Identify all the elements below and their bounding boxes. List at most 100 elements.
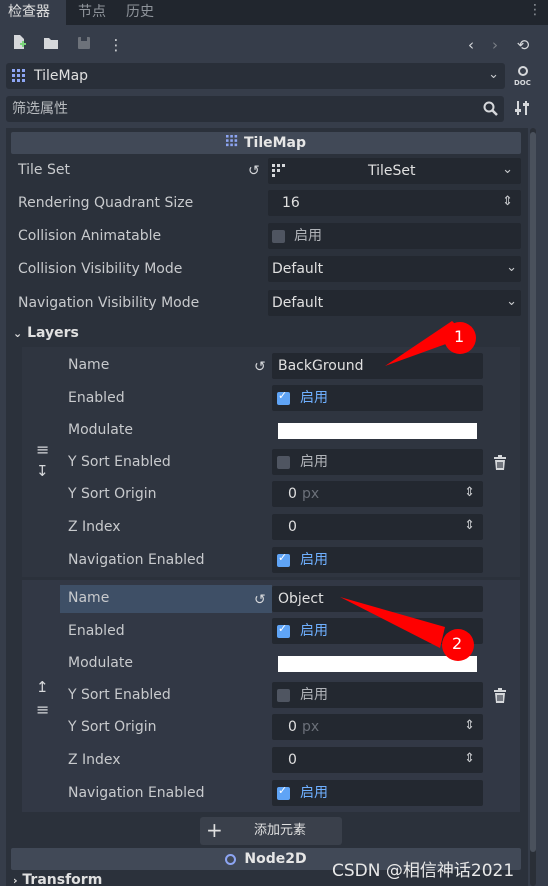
chevron-down-icon: ⌄	[506, 260, 517, 275]
layer-name-value: BackGround	[278, 358, 364, 374]
prop-label-rendering-quadrant-size: Rendering Quadrant Size	[18, 195, 194, 211]
prop-label-collision-visibility-mode: Collision Visibility Mode	[18, 261, 183, 277]
chevron-right-icon: ›	[13, 874, 18, 886]
tile-set-value: TileSet	[368, 163, 416, 179]
property-settings-icon[interactable]	[514, 100, 530, 120]
rendering-quadrant-size-value: 16	[282, 195, 300, 211]
layers-title: Layers	[27, 325, 79, 341]
transform-group-header[interactable]: › Transform	[13, 872, 102, 886]
layer-label-name: Name	[68, 357, 110, 373]
revert-icon[interactable]: ↺	[248, 163, 260, 179]
updown-icon[interactable]: ⇕	[502, 194, 513, 209]
filter-properties-field[interactable]: 筛选属性	[6, 96, 504, 122]
updown-icon[interactable]: ⇕	[464, 751, 475, 766]
dock-menu-icon[interactable]: ⋮	[528, 2, 542, 18]
node2d-title: Node2D	[244, 851, 307, 867]
layer-name-field[interactable]: BackGround	[272, 353, 483, 379]
add-element-button[interactable]: + 添加元素	[200, 817, 342, 845]
layer-name-field[interactable]: Object	[272, 586, 483, 612]
navigation-enabled-checkbox[interactable]	[277, 784, 290, 800]
navigation-enabled-text: 启用	[300, 552, 328, 568]
y-sort-origin-unit: px	[302, 719, 320, 735]
layer-enabled-toggle[interactable]: 启用	[272, 385, 483, 411]
section-header-tilemap[interactable]: TileMap	[11, 132, 521, 154]
layer-name-value: Object	[278, 591, 324, 607]
revert-icon[interactable]: ↺	[254, 592, 266, 608]
y-sort-origin-unit: px	[302, 486, 320, 502]
y-sort-origin-spinbox[interactable]: 0 px ⇕	[272, 714, 483, 740]
z-index-value: 0	[288, 519, 297, 535]
plus-icon: +	[206, 818, 223, 842]
tileset-icon	[272, 164, 286, 182]
move-down-icon[interactable]: ↧	[36, 462, 49, 480]
scrollbar-thumb[interactable]	[530, 132, 536, 852]
y-sort-origin-value: 0	[288, 719, 297, 735]
updown-icon[interactable]: ⇕	[464, 485, 475, 500]
tab-inspector[interactable]: 检查器	[0, 0, 66, 25]
prop-label-collision-animatable: Collision Animatable	[18, 228, 162, 244]
tab-node[interactable]: 节点	[70, 0, 114, 25]
y-sort-enabled-toggle[interactable]: 启用	[272, 682, 483, 708]
history-back-icon[interactable]: ‹	[460, 34, 482, 56]
chevron-down-icon: ⌄	[502, 162, 513, 177]
layer-enabled-checkbox[interactable]	[277, 622, 290, 638]
recent-history-icon[interactable]: ⟲	[512, 34, 534, 56]
layer-label-navigation-enabled: Navigation Enabled	[68, 552, 205, 568]
updown-icon[interactable]: ⇕	[464, 518, 475, 533]
save-icon[interactable]	[73, 34, 95, 56]
tilemap-icon	[12, 69, 26, 87]
more-options-icon[interactable]: ⋮	[105, 34, 127, 56]
tile-set-resource-picker[interactable]: TileSet ⌄	[268, 158, 521, 184]
tab-history[interactable]: 历史	[118, 0, 162, 25]
navigation-visibility-mode-value: Default	[272, 295, 324, 311]
rendering-quadrant-size-spinbox[interactable]: 16 ⇕	[268, 190, 521, 216]
modulate-color-swatch[interactable]	[278, 656, 477, 672]
section-title: TileMap	[243, 135, 307, 151]
doc-icon[interactable]: DOC	[514, 66, 532, 90]
z-index-spinbox[interactable]: 0 ⇕	[272, 514, 483, 540]
move-up-icon[interactable]: ↥	[36, 678, 49, 696]
watermark: CSDN @相信神话2021	[332, 861, 515, 881]
navigation-enabled-toggle[interactable]: 启用	[272, 780, 483, 806]
layer-label-enabled: Enabled	[68, 623, 125, 639]
navigation-visibility-mode-select[interactable]: Default ⌄	[268, 290, 521, 316]
y-sort-enabled-toggle[interactable]: 启用	[272, 449, 483, 475]
drag-handle-icon[interactable]: ≡	[36, 700, 49, 719]
layer-label-enabled: Enabled	[68, 390, 125, 406]
layer-label-navigation-enabled: Navigation Enabled	[68, 785, 205, 801]
navigation-enabled-checkbox[interactable]	[277, 551, 290, 567]
layer-enabled-text: 启用	[300, 390, 328, 406]
trash-icon[interactable]	[493, 688, 507, 707]
annotation-label-2: 2	[452, 634, 463, 653]
revert-icon[interactable]: ↺	[254, 359, 266, 375]
layer-enabled-text: 启用	[300, 623, 328, 639]
new-resource-icon[interactable]	[8, 34, 30, 56]
transform-title: Transform	[22, 872, 103, 886]
collision-animatable-checkbox[interactable]	[272, 230, 285, 243]
y-sort-origin-spinbox[interactable]: 0 px ⇕	[272, 481, 483, 507]
y-sort-enabled-text: 启用	[300, 687, 328, 703]
y-sort-enabled-checkbox[interactable]	[277, 689, 290, 702]
collision-visibility-mode-value: Default	[272, 261, 324, 277]
trash-icon[interactable]	[493, 455, 507, 474]
layers-group-header[interactable]: ⌄ Layers	[13, 325, 79, 341]
layer-label-y-sort-origin: Y Sort Origin	[68, 486, 157, 502]
chevron-down-icon: ⌄	[488, 67, 499, 82]
annotation-label-1: 1	[454, 327, 465, 346]
layer-label-z-index: Z Index	[68, 519, 121, 535]
layer-enabled-checkbox[interactable]	[277, 389, 290, 405]
y-sort-enabled-checkbox[interactable]	[277, 456, 290, 469]
z-index-value: 0	[288, 752, 297, 768]
history-forward-icon[interactable]: ›	[484, 34, 506, 56]
object-selector[interactable]: TileMap ⌄	[6, 63, 505, 89]
modulate-color-swatch[interactable]	[278, 423, 477, 439]
drag-handle-icon[interactable]: ≡	[36, 440, 49, 459]
navigation-enabled-toggle[interactable]: 启用	[272, 547, 483, 573]
updown-icon[interactable]: ⇕	[464, 718, 475, 733]
open-folder-icon[interactable]	[40, 34, 62, 56]
collision-visibility-mode-select[interactable]: Default ⌄	[268, 256, 521, 282]
chevron-down-icon: ⌄	[13, 327, 23, 340]
collision-animatable-toggle[interactable]: 启用	[268, 223, 521, 249]
node2d-icon	[225, 853, 237, 865]
z-index-spinbox[interactable]: 0 ⇕	[272, 747, 483, 773]
